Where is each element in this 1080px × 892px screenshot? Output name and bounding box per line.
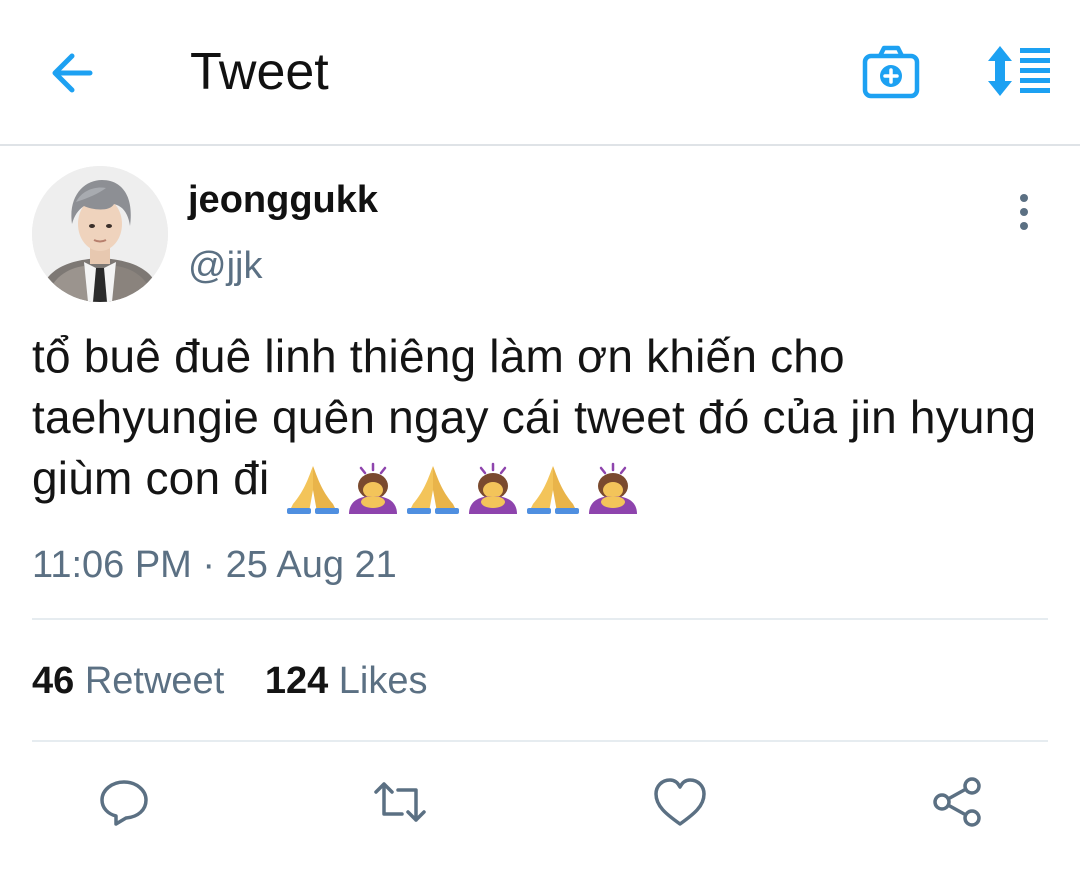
like-count: 124 [264, 660, 329, 702]
profile-photo [32, 166, 168, 302]
top-app-bar: Tweet [0, 0, 1080, 146]
author-display-name[interactable]: jeonggukk [188, 178, 378, 222]
tweet-date: 25 Aug 21 [225, 544, 397, 586]
person-bowing-emoji [589, 462, 638, 514]
page-title: Tweet [190, 43, 329, 101]
emoji-sequence [283, 454, 643, 516]
author-handle[interactable]: @jjk [188, 244, 262, 288]
sort-toggle-icon [988, 46, 1050, 96]
person-bowing-emoji [349, 462, 398, 514]
tweet-detail-screen: Tweet jeonggukk @jjk tổ buê đuê linh thi… [0, 0, 1080, 892]
divider [32, 740, 1048, 742]
reply-button[interactable] [94, 772, 154, 832]
tweet-time: 11:06 PM [32, 544, 192, 586]
share-icon [933, 777, 981, 827]
camera-button[interactable] [862, 44, 920, 100]
engagement-stats: 46 Retweet 124 Likes [32, 656, 458, 706]
likes-stat[interactable]: 124 Likes [265, 656, 428, 706]
folded-hands-emoji [287, 465, 340, 514]
divider [32, 618, 1048, 620]
retweet-button[interactable] [370, 772, 430, 832]
more-vertical-icon [1020, 194, 1028, 230]
heart-icon [654, 778, 706, 826]
more-options-button[interactable] [1004, 188, 1044, 236]
tweet-text: tổ buê đuê linh thiêng làm ơn khiến cho … [32, 326, 1042, 516]
back-button[interactable] [46, 46, 100, 100]
share-button[interactable] [928, 772, 988, 832]
folded-hands-emoji [407, 465, 460, 514]
arrow-left-icon [52, 53, 93, 93]
like-button[interactable] [650, 772, 710, 832]
retweet-count: 46 [32, 660, 75, 702]
tweet-timestamp: 11:06 PM · 25 Aug 21 [32, 540, 397, 590]
person-bowing-emoji [469, 462, 518, 514]
retweet-label: Retweet [84, 660, 225, 702]
retweets-stat[interactable]: 46 Retweet [32, 656, 224, 706]
camera-add-icon [862, 45, 920, 99]
timestamp-separator: · [202, 544, 216, 586]
timeline-sort-button[interactable] [982, 44, 1052, 98]
retweet-icon [374, 782, 426, 822]
avatar[interactable] [32, 166, 168, 302]
folded-hands-emoji [527, 465, 580, 514]
like-label: Likes [338, 660, 428, 702]
reply-icon [100, 780, 148, 826]
